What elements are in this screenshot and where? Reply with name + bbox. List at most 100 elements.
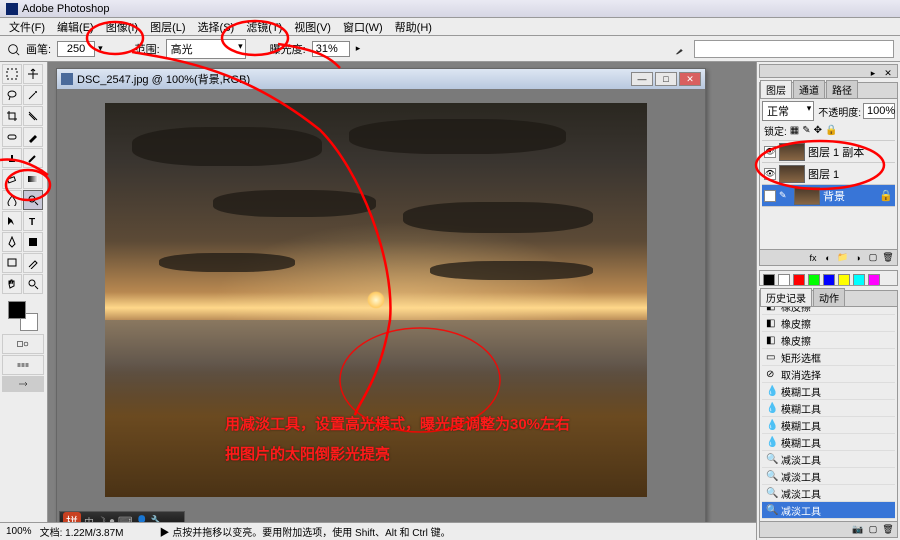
crop-tool[interactable] [2,106,22,126]
menu-window[interactable]: 窗口(W) [338,19,388,35]
panel-menu-icon[interactable]: ▸ [867,67,879,78]
history-row[interactable]: ◧橡皮擦 [762,332,895,349]
swatch[interactable] [853,274,865,286]
close-button[interactable]: ✕ [679,72,701,86]
swatch[interactable] [808,274,820,286]
history-row[interactable]: 💧模糊工具 [762,434,895,451]
type-tool[interactable]: T [23,211,43,231]
blur-tool[interactable] [2,190,22,210]
tab-paths[interactable]: 路径 [826,80,858,98]
swatch[interactable] [763,274,775,286]
minimize-button[interactable]: — [631,72,653,86]
zoom-tool[interactable] [23,274,43,294]
history-row[interactable]: 💧模糊工具 [762,383,895,400]
visibility-icon[interactable]: 👁 [764,168,776,180]
stamp-tool[interactable] [2,148,22,168]
menu-filter[interactable]: 滤镜(T) [241,19,287,35]
history-row[interactable]: ▭矩形选框 [762,349,895,366]
layer-trash-icon[interactable]: 🗑 [882,252,894,264]
history-row[interactable]: 💧模糊工具 [762,400,895,417]
lock-trans-icon[interactable]: ▦ [790,125,799,136]
tab-channels[interactable]: 通道 [793,80,825,98]
swatch[interactable] [778,274,790,286]
notes-tool[interactable] [2,253,22,273]
swatch[interactable] [823,274,835,286]
heal-tool[interactable] [2,127,22,147]
airbrush-icon[interactable] [674,42,688,56]
history-label: 橡皮擦 [781,316,811,331]
panel-close-icon[interactable]: ✕ [882,67,894,78]
layer-row[interactable]: 👁 ✎ 背景 🔒 [762,185,895,207]
layer-folder-icon[interactable]: 📁 [837,252,849,264]
palette-well[interactable] [694,40,894,58]
brush-size-field[interactable]: 250 [57,41,95,57]
layer-fx-icon[interactable]: fx [807,252,819,264]
fg-color[interactable] [8,301,26,319]
tab-layers[interactable]: 图层 [760,80,792,98]
layer-row[interactable]: 👁 图层 1 副本 [762,141,895,163]
wand-tool[interactable] [23,85,43,105]
layer-adjust-icon[interactable]: ◑ [852,252,864,264]
history-snapshot-icon[interactable]: 📷 [852,524,864,536]
history-trash-icon[interactable]: 🗑 [882,524,894,536]
swatch[interactable] [793,274,805,286]
tab-history[interactable]: 历史记录 [760,288,812,306]
lock-move-icon[interactable]: ✥ [814,125,822,136]
exposure-field[interactable]: 31% [312,41,350,57]
document-titlebar[interactable]: DSC_2547.jpg @ 100%(背景,RGB) — □ ✕ [57,69,705,89]
maximize-button[interactable]: □ [655,72,677,86]
screenmode-toggle[interactable] [2,355,44,375]
opacity-field[interactable]: 100% [863,103,895,119]
menu-select[interactable]: 选择(S) [193,19,240,35]
layer-row[interactable]: 👁 图层 1 [762,163,895,185]
doc-info[interactable]: 文档: 1.22M/3.87M [40,524,124,539]
lock-paint-icon[interactable]: ✎ [802,125,810,136]
pen-tool[interactable] [2,232,22,252]
history-row[interactable]: ◧橡皮擦 [762,315,895,332]
history-row[interactable]: 🔍减淡工具 [762,485,895,502]
history-marquee-icon: ▭ [766,352,777,363]
document-body[interactable]: 用减淡工具，设置高光模式，曝光度调整为30%左右 把图片的太阳倒影光提亮 拼 中… [57,89,705,533]
menu-file[interactable]: 文件(F) [4,19,50,35]
menu-edit[interactable]: 编辑(E) [52,19,99,35]
eyedropper-tool[interactable] [23,253,43,273]
dodge-tool[interactable] [23,190,43,210]
move-tool[interactable] [23,64,43,84]
marquee-tool[interactable] [2,64,22,84]
history-new-icon[interactable]: ▢ [867,524,879,536]
history-brush-tool[interactable] [23,148,43,168]
lock-all-icon[interactable]: 🔒 [825,125,837,136]
range-dropdown[interactable]: 高光 [166,39,246,59]
hand-tool[interactable] [2,274,22,294]
jump-to-imageready[interactable] [2,376,44,392]
quickmask-toggle[interactable] [2,334,44,354]
history-row[interactable]: 🔍减淡工具 [762,502,895,519]
swatch[interactable] [838,274,850,286]
layer-mask-icon[interactable]: ◐ [822,252,834,264]
lasso-tool[interactable] [2,85,22,105]
photo-canvas[interactable]: 用减淡工具，设置高光模式，曝光度调整为30%左右 把图片的太阳倒影光提亮 [105,103,647,497]
gradient-tool[interactable] [23,169,43,189]
blend-mode-dropdown[interactable]: 正常 [762,101,814,121]
zoom-level[interactable]: 100% [6,526,32,537]
layer-new-icon[interactable]: ▢ [867,252,879,264]
history-row[interactable]: 🔍减淡工具 [762,451,895,468]
history-row[interactable]: ⊘取消选择 [762,366,895,383]
tab-actions[interactable]: 动作 [813,288,845,306]
slice-tool[interactable] [23,106,43,126]
menu-help[interactable]: 帮助(H) [390,19,437,35]
visibility-icon[interactable]: 👁 [764,190,776,202]
menu-layer[interactable]: 图层(L) [145,19,190,35]
color-swatches[interactable] [2,299,44,333]
menu-view[interactable]: 视图(V) [289,19,336,35]
shape-tool[interactable] [23,232,43,252]
menu-image[interactable]: 图像(I) [101,19,143,35]
brush-tool[interactable] [23,127,43,147]
history-row[interactable]: 🔍减淡工具 [762,468,895,485]
swatch[interactable] [868,274,880,286]
eraser-tool[interactable] [2,169,22,189]
history-row[interactable]: 💧模糊工具 [762,417,895,434]
path-select-tool[interactable] [2,211,22,231]
visibility-icon[interactable]: 👁 [764,146,776,158]
history-row[interactable]: ◧橡皮擦 [762,307,895,315]
